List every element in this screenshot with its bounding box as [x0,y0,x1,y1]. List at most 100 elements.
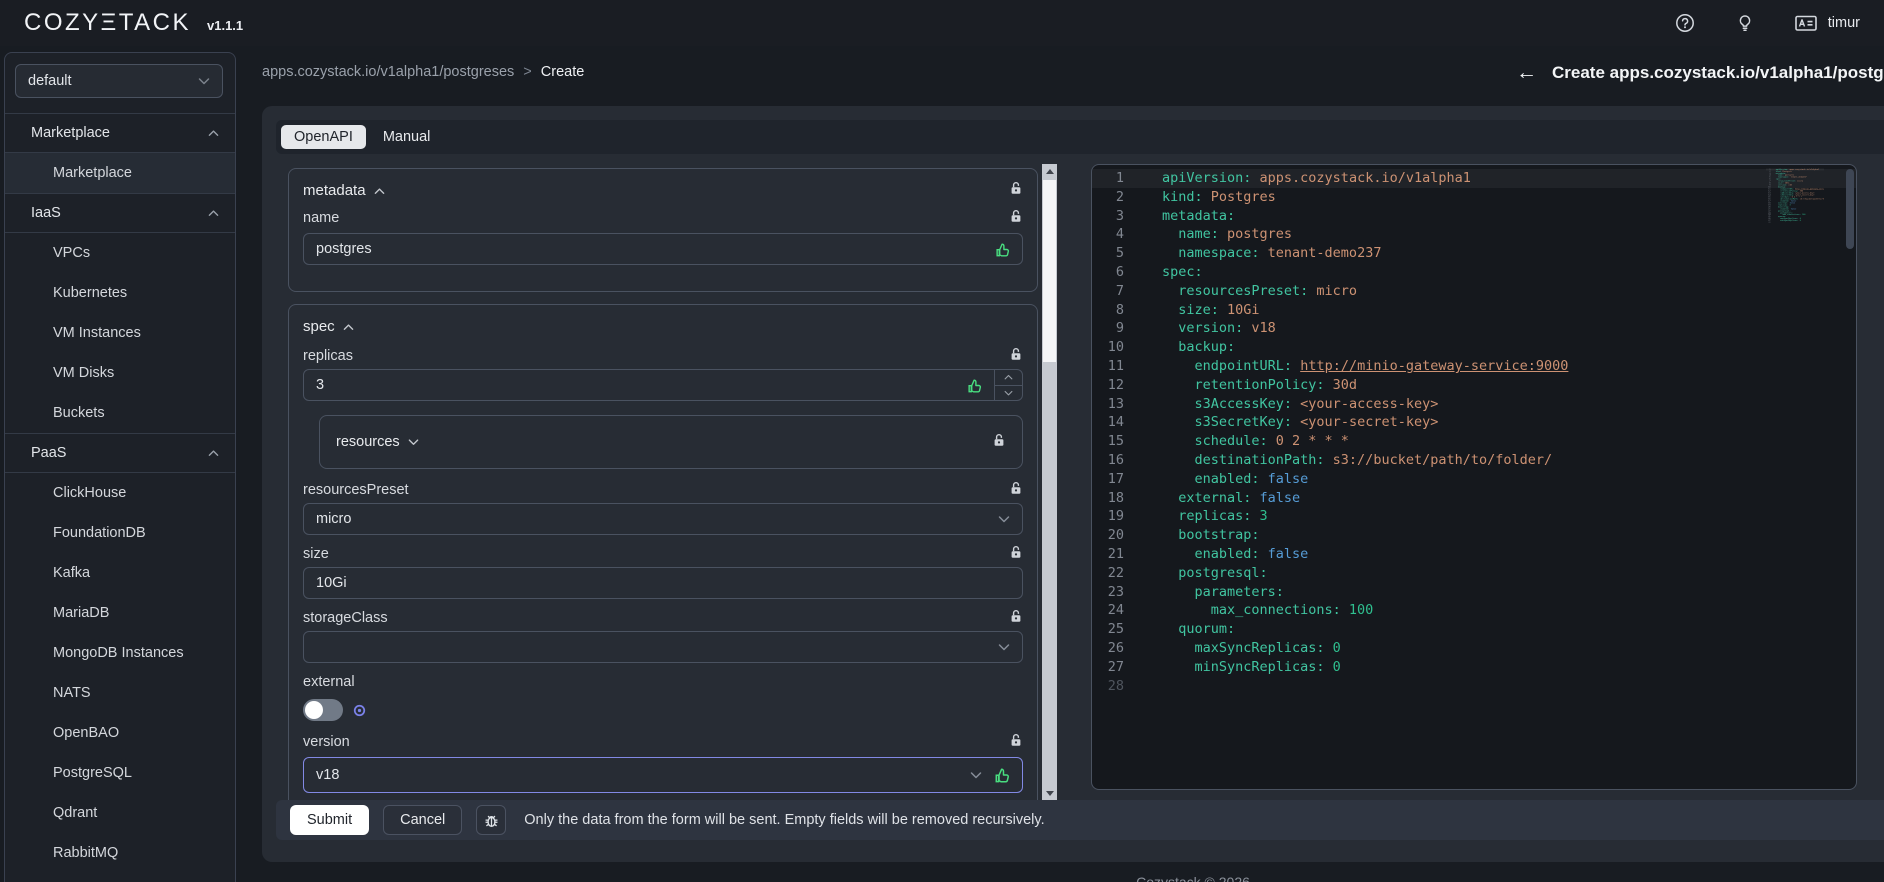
sidebar-item-postgresql[interactable]: PostgreSQL [5,753,235,793]
editor-line: 19 replicas: 3 [1107,508,1268,525]
sidebar-item-clickhouse[interactable]: ClickHouse [5,473,235,513]
sidebar-item-mongodb-instances[interactable]: MongoDB Instances [5,633,235,673]
editor-scrollbar-thumb[interactable] [1846,169,1854,249]
sidebar-item-vm-instances[interactable]: VM Instances [5,313,235,353]
editor-line: 18 external: false [1107,489,1301,506]
scrollbar-thumb[interactable] [1043,180,1056,362]
sidebar-group-marketplace[interactable]: Marketplace [5,113,235,153]
replicas-input[interactable] [316,377,967,393]
editor-line: 23 parameters: [1107,583,1284,600]
sidebar-item-mariadb[interactable]: MariaDB [5,593,235,633]
lock-open-icon[interactable] [1009,481,1023,500]
chevron-down-icon [998,515,1010,523]
sidebar-group-iaas[interactable]: IaaS [5,193,235,233]
editor-line: 21 enabled: false [1107,545,1309,562]
storageclass-field-label: storageClass [303,610,388,626]
yaml-editor[interactable]: 1 apiVersion: apps.cozystack.io/v1alpha1 2… [1091,164,1857,790]
reset-to-default-icon[interactable] [353,704,366,717]
storageclass-select[interactable] [303,631,1023,663]
chevron-up-icon [208,445,219,461]
chevron-up-icon [374,182,385,199]
lock-open-icon[interactable] [992,433,1006,452]
editor-scrollbar[interactable] [1846,169,1854,781]
sidebar-group-paas[interactable]: PaaS [5,433,235,473]
size-input-wrap [303,567,1023,599]
back-arrow-icon[interactable]: ← [1516,61,1537,85]
form-note: Only the data from the form will be sent… [524,812,1045,828]
tenant-select-value: default [28,73,72,89]
editor-line: 10 backup: [1107,339,1236,356]
help-icon[interactable] [1674,12,1696,34]
sidebar-item-kubernetes[interactable]: Kubernetes [5,273,235,313]
editor-line: 17 enabled: false [1107,470,1309,487]
chevron-down-icon [998,643,1010,651]
sidebar-item-vm-disks[interactable]: VM Disks [5,353,235,393]
scrollbar-down-arrow[interactable] [1042,786,1057,800]
resources-subsection: resources [319,415,1023,469]
lock-open-icon[interactable] [1009,733,1023,752]
sidebar: default Marketplace Marketplace IaaS VPCs Ku… [4,52,236,882]
form-mode-tabs: OpenAPI Manual [276,120,1884,154]
submit-button[interactable]: Submit [290,805,370,835]
chevron-down-icon [198,73,210,89]
breadcrumb-separator: > [523,64,532,80]
sidebar-item-foundationdb[interactable]: FoundationDB [5,513,235,553]
name-input[interactable] [316,241,995,257]
cancel-button[interactable]: Cancel [383,805,463,835]
editor-line: 2 kind: Postgres [1115,188,1276,205]
lock-open-icon[interactable] [1009,609,1023,628]
app-version: v1.1.1 [207,17,244,33]
sidebar-item-buckets[interactable]: Buckets [5,393,235,433]
chevron-down-icon [408,434,419,450]
minimap-content: 1 apiVersion: apps.cozystack.io/v1alpha1 2… [1766,168,1824,224]
sidebar-item-vpcs[interactable]: VPCs [5,233,235,273]
app-header: COZYΞTACK v1.1.1 timur [0,0,1884,46]
stepper-down-icon[interactable] [995,386,1022,401]
size-input[interactable] [316,575,1010,591]
sidebar-item-marketplace[interactable]: Marketplace [5,153,235,193]
lock-open-icon[interactable] [1009,181,1023,200]
username: timur [1827,15,1860,31]
spec-section-toggle[interactable]: spec [303,318,354,335]
form-actions-bar: Submit Cancel Only the data from the for… [276,800,1884,840]
resources-toggle[interactable]: resources [336,434,419,450]
sidebar-item-kafka[interactable]: Kafka [5,553,235,593]
editor-minimap[interactable]: 1 apiVersion: apps.cozystack.io/v1alpha1 2… [1766,168,1824,228]
sidebar-menu: Marketplace Marketplace IaaS VPCs Kubernetes… [5,113,235,873]
editor-line: 8 size: 10Gi [1115,301,1260,318]
breadcrumb-path[interactable]: apps.cozystack.io/v1alpha1/postgreses [262,64,514,80]
metadata-section-toggle[interactable]: metadata [303,182,385,199]
sidebar-item-nats[interactable]: NATS [5,673,235,713]
sidebar-item-rabbitmq[interactable]: RabbitMQ [5,833,235,873]
form-scrollbar[interactable] [1042,164,1057,800]
tab-openapi[interactable]: OpenAPI [281,125,366,149]
resourcespreset-select[interactable]: micro [303,503,1023,535]
lock-open-icon[interactable] [1009,209,1023,228]
lightbulb-icon[interactable] [1734,12,1756,34]
external-toggle[interactable] [303,699,343,721]
version-field-label: version [303,734,350,750]
editor-line: 28 [1107,677,1124,694]
stepper-up-icon[interactable] [995,370,1022,386]
scrollbar-up-arrow[interactable] [1042,164,1057,178]
editor-line: 11 endpointURL: http://minio-gateway-serv… [1107,357,1569,374]
editor-line: 26 maxSyncReplicas: 0 [1107,639,1341,656]
editor-line: 22 postgresql: [1107,564,1268,581]
editor-line: 14 s3SecretKey: <your-secret-key> [1107,414,1439,431]
editor-line: 25 quorum: [1107,621,1236,638]
sidebar-item-openbao[interactable]: OpenBAO [5,713,235,753]
tenant-select[interactable]: default [15,64,223,98]
lock-open-icon[interactable] [1009,545,1023,564]
version-select[interactable]: v18 [303,757,1023,793]
debug-button[interactable] [476,805,507,835]
app-logo: COZYΞTACK [24,9,191,36]
sidebar-item-qdrant[interactable]: Qdrant [5,793,235,833]
user-menu[interactable]: timur [1794,12,1860,34]
tab-manual[interactable]: Manual [370,125,444,149]
editor-line: 4 name: postgres [1115,226,1293,243]
lock-open-icon[interactable] [1009,347,1023,366]
thumbs-up-icon [967,378,982,393]
replicas-field-label: replicas [303,348,353,364]
id-badge-icon [1794,12,1818,34]
form-scroll-area[interactable]: metadata name spec re [288,164,1040,800]
